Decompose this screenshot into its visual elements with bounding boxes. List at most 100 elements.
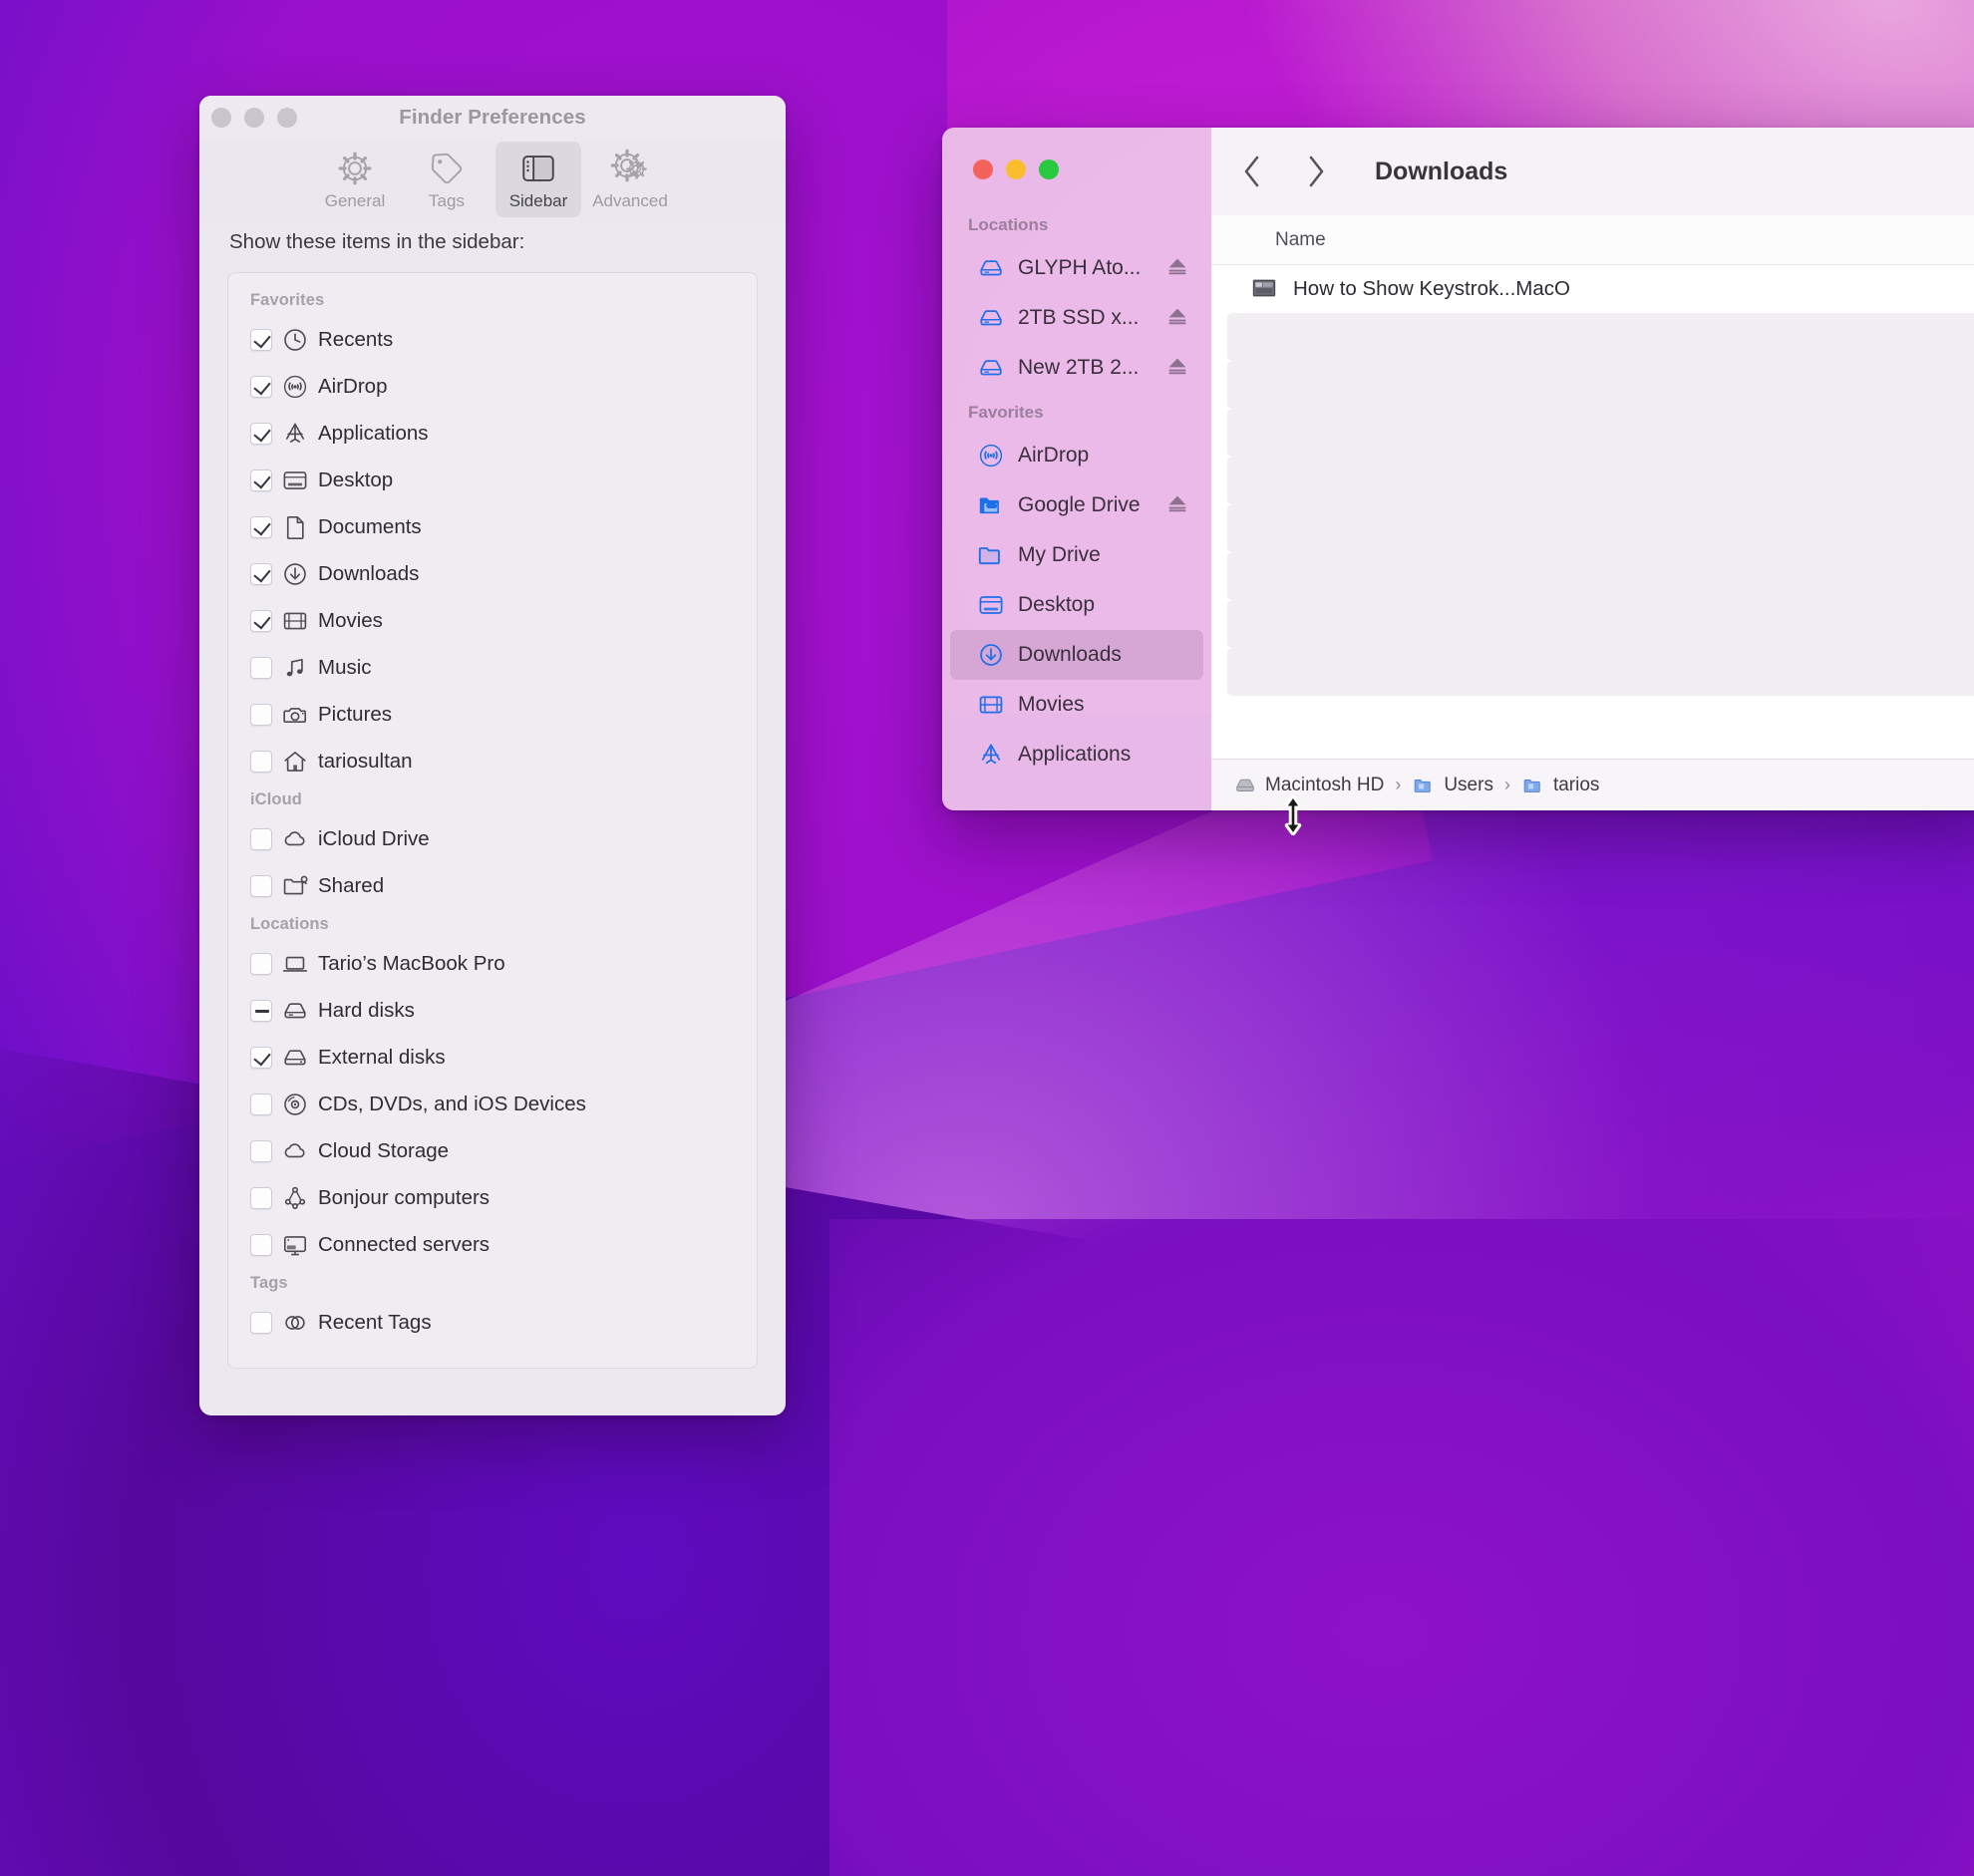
- checkbox-connected-servers[interactable]: [250, 1233, 272, 1256]
- sidebar-item-label: Cloud Storage: [318, 1138, 450, 1162]
- checkbox-hard-disks[interactable]: [250, 999, 272, 1022]
- finder-sidebar-item-2tb-ssd-x[interactable]: 2TB SSD x...: [950, 293, 1203, 343]
- sidebar-item-row[interactable]: tariosultan: [228, 738, 757, 784]
- minimize-button[interactable]: [1006, 159, 1026, 179]
- sidebar-item-row[interactable]: Recent Tags: [228, 1299, 757, 1346]
- checkbox-bonjour-computers[interactable]: [250, 1186, 272, 1209]
- finder-sidebar[interactable]: Locations GLYPH Ato... 2TB SSD x... New 2TB…: [942, 128, 1211, 810]
- table-row-empty: [1227, 600, 1974, 648]
- checkbox-recents[interactable]: [250, 328, 272, 351]
- video-thumbnail-icon: [1249, 277, 1279, 301]
- path-bar[interactable]: Macintosh HD › Users › tarios: [1211, 759, 1974, 810]
- tab-sidebar[interactable]: Sidebar: [495, 142, 581, 217]
- table-row[interactable]: How to Show Keystrok...MacO: [1211, 265, 1974, 313]
- tab-general[interactable]: General: [312, 142, 398, 217]
- table-row-empty: [1227, 409, 1974, 457]
- column-header-name[interactable]: Name: [1275, 229, 1326, 251]
- checkbox-cloud-storage[interactable]: [250, 1139, 272, 1162]
- tag-icon: [430, 148, 464, 189]
- sidebar-item-row[interactable]: Bonjour computers: [228, 1174, 757, 1221]
- finder-sidebar-item-google-drive[interactable]: Google Drive: [950, 480, 1203, 530]
- close-button[interactable]: [973, 159, 993, 179]
- sidebar-item-row[interactable]: iCloud Drive: [228, 815, 757, 862]
- checkbox-pictures[interactable]: [250, 703, 272, 726]
- finder-sidebar-item-label: New 2TB 2...: [1018, 356, 1140, 379]
- sidebar-item-row[interactable]: Documents: [228, 503, 757, 550]
- finder-sidebar-item-movies[interactable]: Movies: [950, 680, 1203, 730]
- finder-sidebar-item-glyph-ato[interactable]: GLYPH Ato...: [950, 243, 1203, 293]
- finder-sidebar-item-label: AirDrop: [1018, 444, 1090, 467]
- sidebar-item-label: Movies: [318, 608, 383, 632]
- sidebar-item-row[interactable]: Pictures: [228, 691, 757, 738]
- checkbox-applications[interactable]: [250, 422, 272, 445]
- file-list-column-headers[interactable]: Name: [1211, 215, 1974, 265]
- sidebar-item-row[interactable]: Tario’s MacBook Pro: [228, 940, 757, 987]
- finder-preferences-window[interactable]: Finder Preferences General Tags Sidebar Adv…: [199, 96, 786, 1415]
- sidebar-item-row[interactable]: Desktop: [228, 457, 757, 503]
- tab-tags[interactable]: Tags: [404, 142, 490, 217]
- wallpaper-deep-glow: [828, 1219, 1974, 1876]
- finder-window[interactable]: Locations GLYPH Ato... 2TB SSD x... New 2TB…: [942, 128, 1974, 810]
- checkbox-cds-dvds-and-ios-devices[interactable]: [250, 1093, 272, 1115]
- breadcrumb-item[interactable]: Macintosh HD: [1233, 775, 1384, 796]
- sidebar-item-row[interactable]: Recents: [228, 316, 757, 363]
- file-list[interactable]: How to Show Keystrok...MacO: [1211, 265, 1974, 759]
- tab-label: Sidebar: [508, 191, 568, 210]
- breadcrumb-item[interactable]: tarios: [1521, 775, 1599, 796]
- sidebar-item-row[interactable]: Music: [228, 644, 757, 691]
- table-row-empty: [1227, 504, 1974, 552]
- sidebar-item-row[interactable]: Shared: [228, 862, 757, 909]
- sidebar-item-label: tariosultan: [318, 749, 413, 773]
- checkbox-documents[interactable]: [250, 515, 272, 538]
- sidebar-item-row[interactable]: External disks: [228, 1034, 757, 1081]
- eject-icon[interactable]: [1165, 354, 1189, 383]
- back-button[interactable]: [1233, 153, 1271, 190]
- finder-toolbar: Downloads: [1211, 128, 1974, 215]
- eject-icon[interactable]: [1165, 254, 1189, 283]
- sidebar-item-row[interactable]: Applications: [228, 410, 757, 457]
- gears-icon: [610, 148, 650, 189]
- tab-label: General: [324, 191, 386, 210]
- finder-sidebar-item-applications[interactable]: Applications: [950, 730, 1203, 780]
- checkbox-external-disks[interactable]: [250, 1046, 272, 1069]
- cloud-icon: [282, 827, 308, 851]
- checkbox-icloud-drive[interactable]: [250, 827, 272, 850]
- checkbox-shared[interactable]: [250, 874, 272, 897]
- checkbox-tariosultan[interactable]: [250, 750, 272, 773]
- finder-sidebar-scroll[interactable]: Locations GLYPH Ato... 2TB SSD x... New 2TB…: [942, 128, 1211, 780]
- finder-sidebar-item-new-2tb-2[interactable]: New 2TB 2...: [950, 343, 1203, 393]
- sidebar-item-row[interactable]: CDs, DVDs, and iOS Devices: [228, 1081, 757, 1127]
- sidebar-item-row[interactable]: Downloads: [228, 550, 757, 597]
- finder-sidebar-item-desktop[interactable]: Desktop: [950, 580, 1203, 630]
- checkbox-recent-tags[interactable]: [250, 1311, 272, 1334]
- sidebar-item-label: Shared: [318, 873, 385, 897]
- maximize-button[interactable]: [1039, 159, 1059, 179]
- sidebar-item-row[interactable]: Cloud Storage: [228, 1127, 757, 1174]
- finder-sidebar-item-downloads[interactable]: Downloads: [950, 630, 1203, 680]
- tab-label: Tags: [429, 191, 465, 210]
- tab-advanced[interactable]: Advanced: [587, 142, 673, 217]
- checkbox-downloads[interactable]: [250, 562, 272, 585]
- applications-icon: [282, 422, 308, 446]
- checkbox-tario-s-macbook-pro[interactable]: [250, 952, 272, 975]
- sidebar-item-row[interactable]: Hard disks: [228, 987, 757, 1034]
- finder-sidebar-item-airdrop[interactable]: AirDrop: [950, 431, 1203, 480]
- checkbox-movies[interactable]: [250, 609, 272, 632]
- tab-label: Advanced: [592, 191, 668, 210]
- eject-icon[interactable]: [1165, 491, 1189, 520]
- sidebar-items-list[interactable]: Favorites Recents AirDrop Applications Deskt…: [227, 272, 758, 1369]
- checkbox-music[interactable]: [250, 656, 272, 679]
- finder-window-controls[interactable]: [973, 159, 1059, 179]
- finder-sidebar-item-my-drive[interactable]: My Drive: [950, 530, 1203, 580]
- checkbox-desktop[interactable]: [250, 469, 272, 491]
- sidebar-item-row[interactable]: AirDrop: [228, 363, 757, 410]
- breadcrumb-item[interactable]: Users: [1412, 775, 1493, 796]
- sidebar-item-row[interactable]: Movies: [228, 597, 757, 644]
- sidebar-item-row[interactable]: Connected servers: [228, 1221, 757, 1268]
- google-drive-folder-icon: [976, 491, 1006, 519]
- forward-button[interactable]: [1297, 153, 1335, 190]
- preferences-tab-bar[interactable]: General Tags Sidebar Advanced: [199, 142, 786, 221]
- table-row-empty: [1227, 457, 1974, 504]
- eject-icon[interactable]: [1165, 304, 1189, 333]
- checkbox-airdrop[interactable]: [250, 375, 272, 398]
